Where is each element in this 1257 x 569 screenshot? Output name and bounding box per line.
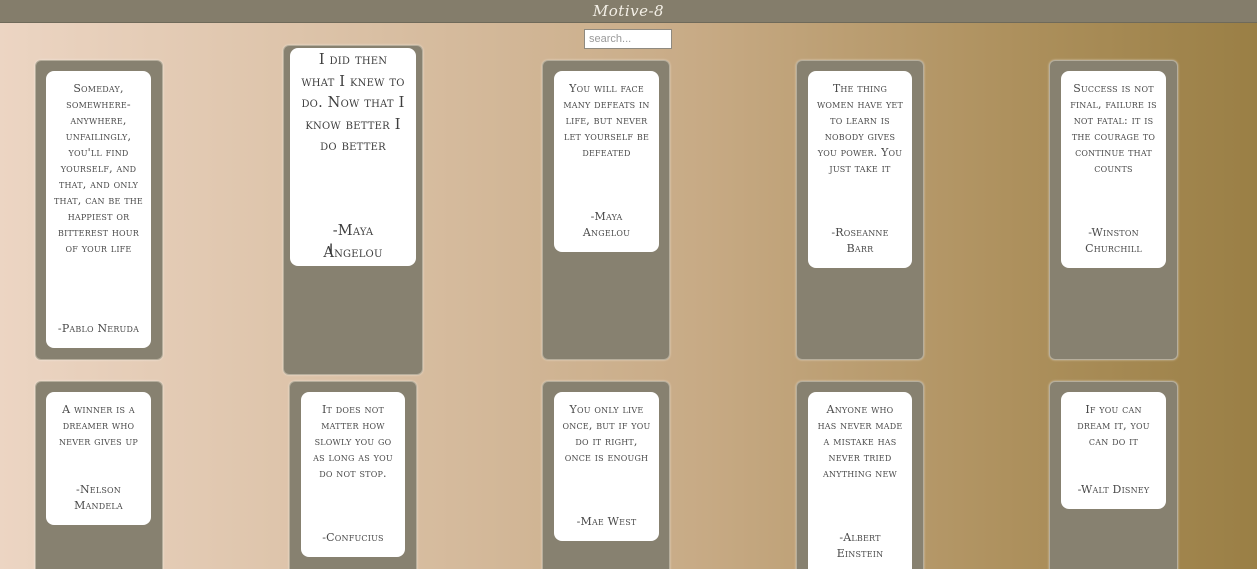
quote-card[interactable]: It does not matter how slowly you go as … <box>301 392 405 557</box>
quote-text: The thing women have yet to learn is nob… <box>816 82 904 175</box>
quote-text: Anyone who has never made a mistake has … <box>817 403 903 480</box>
quote-card[interactable]: Success is not final, failure is not fat… <box>1061 71 1166 268</box>
quote-text: It does not matter how slowly you go as … <box>313 403 393 480</box>
quote-card[interactable]: You will face many defeats in life, but … <box>554 71 659 252</box>
quote-author: -Mae West <box>576 515 637 528</box>
quote-card[interactable]: A winner is a dreamer who never gives up… <box>46 392 151 525</box>
text-cursor-icon: I <box>329 243 333 257</box>
quote-text: Success is not final, failure is not fat… <box>1070 82 1157 175</box>
quote-author: -Winston Churchill <box>1085 226 1142 255</box>
quote-author: -Albert Einstein <box>836 531 884 560</box>
quote-card[interactable]: The thing women have yet to learn is nob… <box>808 71 912 268</box>
quote-text: Someday, somewhere-anywhere, unfailingly… <box>54 82 143 255</box>
quote-card[interactable]: Someday, somewhere-anywhere, unfailingly… <box>46 71 151 348</box>
quote-author: -Nelson Mandela <box>74 483 123 512</box>
quote-text: You only live once, but if you do it rig… <box>562 403 651 464</box>
quote-author: -Walt Disney <box>1077 483 1150 496</box>
quote-card[interactable]: I did then what I knew to do. Now that I… <box>290 48 416 266</box>
quote-author: -Confucius <box>322 531 384 544</box>
quote-card[interactable]: If you can dream it, you can do it -Walt… <box>1061 392 1166 509</box>
quote-author: -Pablo Neruda <box>57 322 140 335</box>
quote-card[interactable]: You only live once, but if you do it rig… <box>554 392 659 541</box>
quote-text: I did then what I knew to do. Now that I… <box>301 52 405 154</box>
quote-text: You will face many defeats in life, but … <box>563 82 650 159</box>
app-title: Motive-8 <box>592 2 665 20</box>
quote-text: If you can dream it, you can do it <box>1077 403 1150 448</box>
search-input[interactable] <box>584 29 672 49</box>
quote-card[interactable]: Anyone who has never made a mistake has … <box>808 392 912 569</box>
quote-text: A winner is a dreamer who never gives up <box>58 403 139 448</box>
quote-author: -Maya Angelou <box>323 223 383 261</box>
quote-author: -Maya Angelou <box>582 210 631 239</box>
quote-author: -Roseanne Barr <box>831 226 889 255</box>
